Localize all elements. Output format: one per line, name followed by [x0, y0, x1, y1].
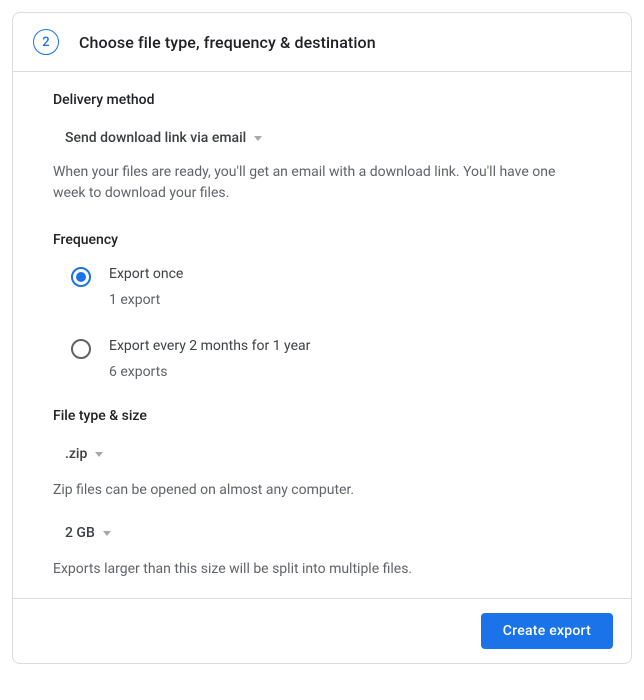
filetype-section: File type & size .zip Zip files can be o…: [53, 408, 591, 580]
filetype-dropdown[interactable]: .zip: [65, 442, 103, 466]
card-header: 2 Choose file type, frequency & destinat…: [13, 13, 631, 71]
filesize-help-text: Exports larger than this size will be sp…: [53, 559, 591, 580]
filetype-help-text: Zip files can be opened on almost any co…: [53, 480, 591, 501]
frequency-option-bimonthly[interactable]: Export every 2 months for 1 year 6 expor…: [71, 338, 591, 380]
card-body: Delivery method Send download link via e…: [13, 72, 631, 598]
filesize-value: 2 GB: [65, 525, 95, 541]
create-export-button[interactable]: Create export: [481, 613, 613, 649]
radio-content: Export every 2 months for 1 year 6 expor…: [109, 338, 310, 380]
delivery-label: Delivery method: [53, 92, 591, 108]
frequency-option-title: Export once: [109, 266, 183, 282]
radio-content: Export once 1 export: [109, 266, 183, 308]
step-number-badge: 2: [33, 29, 59, 55]
frequency-radio-group: Export once 1 export Export every 2 mont…: [71, 266, 591, 380]
frequency-label: Frequency: [53, 232, 591, 248]
step-title: Choose file type, frequency & destinatio…: [79, 33, 376, 52]
radio-icon: [71, 339, 91, 359]
radio-icon: [71, 267, 91, 287]
filetype-label: File type & size: [53, 408, 591, 424]
caret-down-icon: [95, 452, 103, 457]
card-footer: Create export: [13, 598, 631, 663]
delivery-help-text: When your files are ready, you'll get an…: [53, 162, 591, 204]
frequency-option-sub: 6 exports: [109, 364, 310, 380]
delivery-section: Delivery method Send download link via e…: [53, 92, 591, 204]
delivery-method-value: Send download link via email: [65, 130, 246, 146]
delivery-method-dropdown[interactable]: Send download link via email: [65, 126, 262, 150]
frequency-option-sub: 1 export: [109, 292, 183, 308]
filesize-dropdown[interactable]: 2 GB: [65, 521, 111, 545]
frequency-option-once[interactable]: Export once 1 export: [71, 266, 591, 308]
frequency-section: Frequency Export once 1 export Export ev…: [53, 232, 591, 380]
filesize-subsection: 2 GB Exports larger than this size will …: [53, 521, 591, 580]
step-card: 2 Choose file type, frequency & destinat…: [12, 12, 632, 664]
filetype-value: .zip: [65, 446, 87, 462]
caret-down-icon: [103, 531, 111, 536]
filetype-type-subsection: .zip Zip files can be opened on almost a…: [53, 442, 591, 501]
frequency-option-title: Export every 2 months for 1 year: [109, 338, 310, 354]
caret-down-icon: [254, 136, 262, 141]
